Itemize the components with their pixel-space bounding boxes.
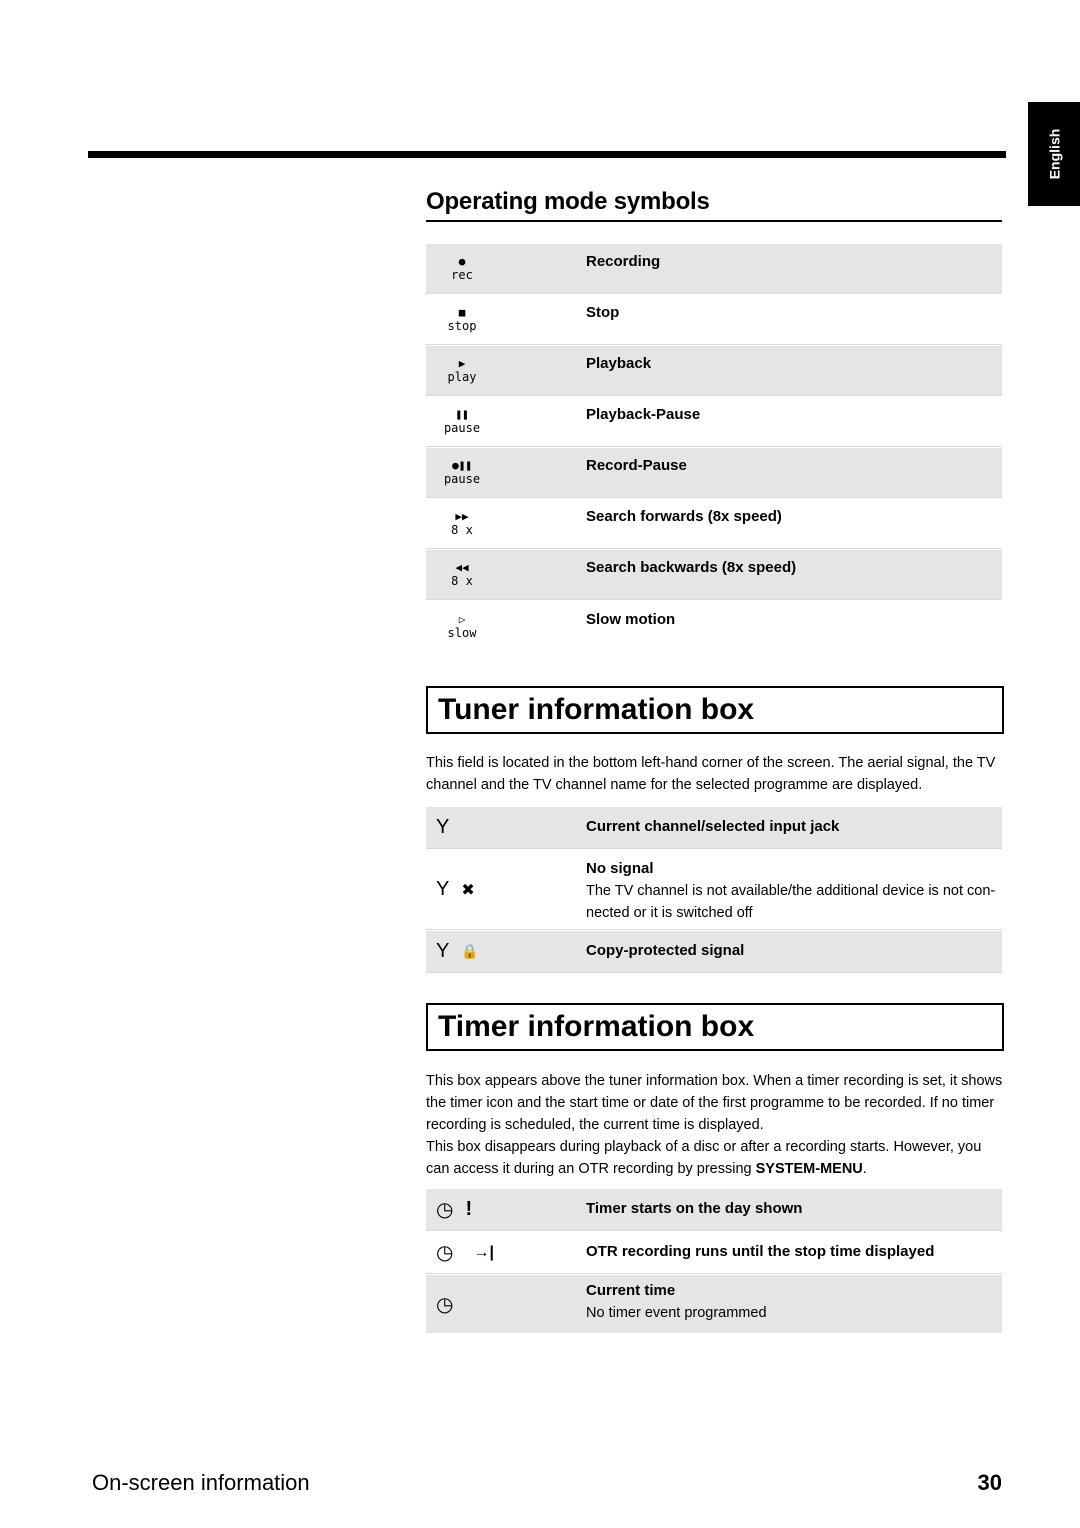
row-text: Copy-protected signal xyxy=(586,942,745,959)
row-label: Search backwards (8x speed) xyxy=(586,559,797,576)
pause-icon: ❚❚ pause xyxy=(443,408,481,435)
table-row: Y 🔒 Copy-protected signal xyxy=(426,931,1002,973)
table-row: ▶ play Playback xyxy=(426,346,1002,396)
tuner-table: Y Current channel/selected input jack Y ✖… xyxy=(426,807,1002,974)
table-row: ●❚❚ pause Record-Pause xyxy=(426,448,1002,498)
stop-icon: ■ stop xyxy=(447,306,477,333)
table-row: ● rec Recording xyxy=(426,244,1002,294)
table-row: Y Current channel/selected input jack xyxy=(426,807,1002,849)
language-tab: English xyxy=(1028,102,1080,206)
table-row: Y ✖ No signal The TV channel is not availa… xyxy=(426,850,1002,930)
row-label: Playback-Pause xyxy=(586,406,701,423)
table-row: ◷ Current time No timer event programmed xyxy=(426,1275,1002,1333)
play-icon: ▶ play xyxy=(447,357,477,384)
language-tab-label: English xyxy=(1046,128,1062,180)
row-label: Search forwards (8x speed) xyxy=(586,508,782,525)
table-row: ◷ →| OTR recording runs until the stop ti… xyxy=(426,1232,1002,1274)
timer-day-icon: ◷! xyxy=(436,1198,473,1221)
row-text: Current channel/selected input jack xyxy=(586,818,840,835)
record-pause-icon: ●❚❚ pause xyxy=(443,459,481,486)
no-signal-icon: Y ✖ xyxy=(436,878,475,900)
page-number: 30 xyxy=(977,1470,1002,1495)
operating-mode-table: ● rec Recording ■ stop Stop ▶ play Playback… xyxy=(426,244,1002,652)
table-row: ◷! Timer starts on the day shown xyxy=(426,1189,1002,1231)
timer-description: This box appears above the tuner informa… xyxy=(426,1073,1003,1177)
row-text: Timer starts on the day shown xyxy=(586,1200,803,1217)
top-rule xyxy=(88,151,1006,158)
tuner-heading: Tuner information box xyxy=(426,686,1004,734)
record-icon: ● rec xyxy=(451,255,473,282)
row-label: Record-Pause xyxy=(586,457,687,474)
copy-protected-icon: Y 🔒 xyxy=(436,940,479,962)
clock-icon: ◷ xyxy=(436,1293,454,1316)
row-text: OTR recording runs until the stop time d… xyxy=(586,1243,935,1260)
operating-mode-heading: Operating mode symbols xyxy=(426,188,1002,222)
rewind-icon: ◀◀ 8 x xyxy=(451,561,473,588)
timer-table: ◷! Timer starts on the day shown ◷ →| OTR… xyxy=(426,1189,1002,1334)
fast-forward-icon: ▶▶ 8 x xyxy=(451,510,473,537)
table-row: ▷ slow Slow motion xyxy=(426,601,1002,651)
footer-section-title: On-screen information xyxy=(92,1470,310,1495)
tuner-description: This field is located in the bottom left… xyxy=(426,755,996,793)
table-row: ◀◀ 8 x Search backwards (8x speed) xyxy=(426,550,1002,600)
row-label: Stop xyxy=(586,304,620,321)
timer-heading: Timer information box xyxy=(426,1003,1004,1051)
row-text: Current time No timer event programmed xyxy=(586,1282,767,1321)
otr-stop-time-icon: ◷ →| xyxy=(436,1242,494,1264)
row-label: Slow motion xyxy=(586,610,676,628)
row-text: No signal The TV channel is not available… xyxy=(586,860,996,921)
slow-motion-icon: ▷ slow xyxy=(447,612,477,640)
antenna-icon: Y xyxy=(436,816,450,838)
table-row: ■ stop Stop xyxy=(426,295,1002,345)
table-row: ❚❚ pause Playback-Pause xyxy=(426,397,1002,447)
table-row: ▶▶ 8 x Search forwards (8x speed) xyxy=(426,499,1002,549)
row-label: Playback xyxy=(586,355,652,372)
row-label: Recording xyxy=(586,253,661,270)
